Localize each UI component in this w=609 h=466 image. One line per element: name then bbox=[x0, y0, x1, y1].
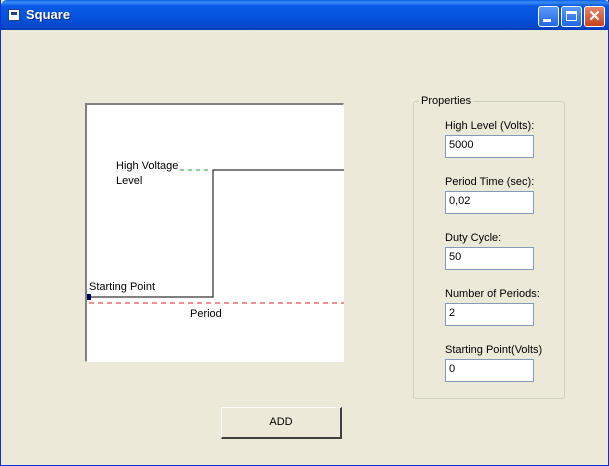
starting-point-volts-input[interactable]: 0 bbox=[445, 359, 534, 382]
window-title: Square bbox=[26, 7, 71, 22]
square-window: Square ✕ High Voltage Level Starting Poi… bbox=[0, 0, 609, 466]
minimize-icon bbox=[543, 19, 551, 22]
maximize-button[interactable] bbox=[561, 6, 582, 27]
waveform-preview: High Voltage Level Starting Point Period bbox=[85, 103, 344, 362]
duty-cycle-input[interactable]: 50 bbox=[445, 247, 534, 270]
high-level-input[interactable]: 5000 bbox=[445, 135, 534, 158]
maximize-icon bbox=[566, 11, 577, 21]
starting-point-volts-label: Starting Point(Volts) bbox=[445, 344, 543, 356]
period-label: Period bbox=[190, 308, 222, 320]
title-bar[interactable]: Square ✕ bbox=[1, 0, 609, 30]
properties-title: Properties bbox=[419, 95, 474, 107]
add-button[interactable]: ADD bbox=[221, 407, 342, 439]
square-wave-line bbox=[89, 169, 344, 298]
period-time-input[interactable]: 0,02 bbox=[445, 191, 534, 214]
high-voltage-level-label: Level bbox=[116, 175, 143, 187]
number-of-periods-input[interactable]: 2 bbox=[445, 303, 534, 326]
high-level-label: High Level (Volts): bbox=[445, 120, 535, 132]
close-icon: ✕ bbox=[588, 8, 601, 25]
waveform-svg bbox=[87, 169, 344, 304]
number-of-periods-label: Number of Periods: bbox=[445, 288, 540, 300]
starting-point-marker bbox=[87, 294, 91, 300]
duty-cycle-label: Duty Cycle: bbox=[445, 232, 502, 244]
high-voltage-label: High Voltage bbox=[116, 160, 179, 172]
close-button[interactable]: ✕ bbox=[584, 6, 605, 27]
app-icon bbox=[8, 9, 20, 21]
minimize-button[interactable] bbox=[538, 6, 559, 27]
starting-point-label: Starting Point bbox=[89, 281, 156, 293]
period-time-label: Period Time (sec): bbox=[445, 176, 535, 188]
